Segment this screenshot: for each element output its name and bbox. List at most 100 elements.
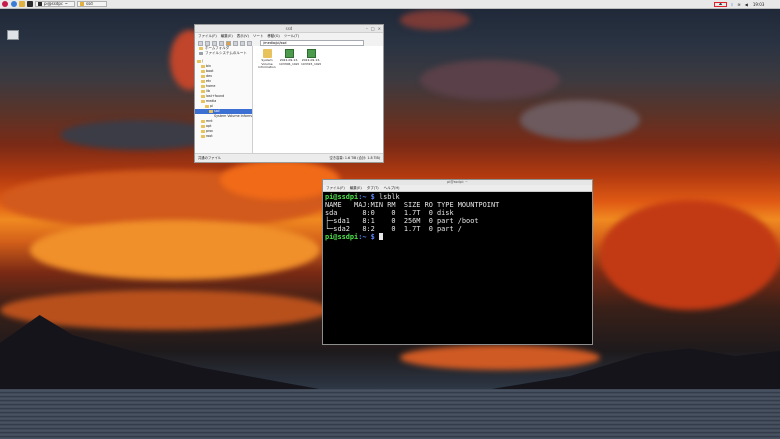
- task-file-manager[interactable]: ssd: [77, 1, 107, 7]
- home-folder-icon: [199, 47, 203, 50]
- folder-icon: [201, 135, 205, 138]
- command-line: pi@ssdpi:~ $ lsblk: [325, 193, 590, 201]
- menu-help[interactable]: ヘルプ(H): [384, 185, 400, 191]
- menu-tabs[interactable]: タブ(T): [367, 185, 379, 191]
- folder-icon: [201, 90, 205, 93]
- folder-icon: [201, 120, 205, 123]
- file-name: 2022-09-13-103315_1920x1080_scrot.png: [301, 59, 321, 66]
- file-name: System Volume Information: [258, 59, 276, 70]
- status-left: 共通のファイル: [198, 156, 222, 160]
- menu-view[interactable]: 表示(V): [237, 33, 249, 39]
- task-label: ssd: [86, 1, 93, 6]
- file-manager-icon[interactable]: [19, 1, 25, 7]
- menu-go[interactable]: 移動(G): [267, 33, 279, 39]
- file-item[interactable]: 2022-09-13-103315_1920x1080_scrot.png: [301, 49, 321, 70]
- menu-bar: ファイル(F) 編集(E) タブ(T) ヘルプ(H): [323, 185, 592, 192]
- cloud: [420, 60, 560, 100]
- view-list-icon[interactable]: [212, 40, 217, 46]
- folder-icon: [80, 2, 84, 6]
- tree-item-label: pi: [210, 104, 214, 108]
- drive-icon: [7, 30, 19, 40]
- window-titlebar[interactable]: ssd – □ ×: [195, 25, 383, 33]
- folder-icon: [201, 125, 205, 128]
- menu-edit[interactable]: 編集(E): [350, 185, 362, 191]
- eject-icon[interactable]: ⏏: [714, 1, 727, 7]
- menu-file[interactable]: ファイル(F): [198, 33, 217, 39]
- terminal-output[interactable]: pi@ssdpi:~ $ lsblk NAME MAJ:MIN RM SIZE R…: [323, 192, 592, 243]
- place-label: ファイルシステムのルート: [205, 51, 247, 55]
- folder-icon: [201, 75, 205, 78]
- clock[interactable]: 19:03: [753, 2, 765, 7]
- cloud: [400, 10, 470, 30]
- folder-icon: [201, 100, 205, 103]
- file-manager-window[interactable]: ssd – □ × ファイル(F) 編集(E) 表示(V) ソート 移動(G) …: [194, 24, 384, 163]
- folder-icon: [201, 70, 205, 73]
- wifi-icon[interactable]: ≋: [737, 2, 740, 7]
- system-tray: ⏏ ᛒ ≋ ◀ 19:03: [714, 1, 764, 7]
- folder-icon: [262, 49, 272, 58]
- directory-tree: / bin boot dev etc home lib lost+found media pi ss…: [195, 59, 252, 139]
- prompt-user: pi@ssdpi: [325, 233, 359, 242]
- menu-sort[interactable]: ソート: [253, 33, 264, 39]
- output-line: └─sda2 8:2 0 1.7T 0 part /: [325, 225, 462, 234]
- desktop-drive-icon[interactable]: [6, 30, 20, 41]
- folder-icon: [209, 110, 213, 113]
- status-bar: 共通のファイル 空き容量: 1.6 TiB (合計: 1.8 TiB): [195, 153, 383, 162]
- tree-item-label: /: [202, 59, 204, 63]
- forward-icon[interactable]: [240, 40, 245, 46]
- command-line: pi@ssdpi:~ $: [325, 233, 590, 241]
- tree-item-label: System Volume Information: [214, 114, 252, 118]
- up-icon[interactable]: [247, 40, 252, 46]
- drive-icon: [199, 52, 203, 55]
- tree-item[interactable]: root: [195, 134, 252, 139]
- text-cursor: [378, 233, 383, 241]
- bluetooth-icon[interactable]: ᛒ: [731, 2, 733, 7]
- maximize-icon[interactable]: □: [371, 25, 375, 32]
- terminal-window[interactable]: pi@ssdpi: ~ ファイル(F) 編集(E) タブ(T) ヘルプ(H) p…: [322, 179, 593, 345]
- file-view[interactable]: System Volume Information 2022-09-13-103…: [253, 46, 383, 154]
- taskbar: pi@ssdpi: ~ ssd ⏏ ᛒ ≋ ◀ 19:03: [0, 0, 780, 9]
- terminal-icon[interactable]: [27, 1, 33, 7]
- sidebar: ホームフォルダ ファイルシステムのルート / bin boot dev etc home l…: [195, 46, 253, 154]
- status-right: 空き容量: 1.6 TiB (合計: 1.8 TiB): [329, 156, 380, 160]
- task-terminal[interactable]: pi@ssdpi: ~: [35, 1, 75, 7]
- view-compact-icon[interactable]: [219, 40, 224, 46]
- window-title: pi@ssdpi: ~: [447, 180, 468, 184]
- back-icon[interactable]: [233, 40, 238, 46]
- folder-icon: [201, 130, 205, 133]
- menu-file[interactable]: ファイル(F): [326, 185, 345, 191]
- browser-icon[interactable]: [11, 1, 17, 7]
- command-text: lsblk: [378, 193, 400, 201]
- folder-icon: [201, 85, 205, 88]
- folder-icon: [197, 60, 201, 63]
- prompt-user: pi@ssdpi: [325, 193, 359, 201]
- volume-icon[interactable]: ◀: [745, 2, 748, 7]
- folder-icon: [201, 80, 205, 83]
- window-titlebar[interactable]: pi@ssdpi: ~: [323, 180, 592, 185]
- menu-tools[interactable]: ツール(T): [284, 33, 299, 39]
- cloud: [600, 200, 780, 310]
- minimize-icon[interactable]: –: [366, 25, 368, 32]
- cloud: [400, 345, 600, 370]
- raspberry-menu-icon[interactable]: [2, 1, 8, 7]
- cloud: [30, 220, 320, 280]
- output-line: NAME MAJ:MIN RM SIZE RO TYPE MOUNTPOINT: [325, 201, 500, 210]
- file-name: 2022-09-13-103306_1920x1080_scrot.png: [279, 59, 299, 66]
- file-item[interactable]: 2022-09-13-103306_1920x1080_scrot.png: [279, 49, 299, 70]
- folder-icon: [201, 95, 205, 98]
- image-file-icon: [306, 49, 316, 58]
- home-icon[interactable]: [226, 40, 231, 46]
- new-tab-icon[interactable]: [198, 40, 203, 46]
- window-title: ssd: [285, 26, 293, 31]
- task-label: pi@ssdpi: ~: [44, 1, 68, 6]
- file-item[interactable]: System Volume Information: [257, 49, 277, 70]
- prompt-path: :~ $: [358, 233, 379, 242]
- lake-water: [0, 389, 780, 439]
- menu-edit[interactable]: 編集(E): [221, 33, 233, 39]
- tree-item-label: root: [206, 134, 213, 138]
- view-icons-icon[interactable]: [205, 40, 210, 46]
- folder-icon: [205, 105, 209, 108]
- close-icon[interactable]: ×: [378, 25, 381, 32]
- prompt-path: :~ $: [358, 193, 379, 201]
- terminal-icon: [38, 2, 42, 6]
